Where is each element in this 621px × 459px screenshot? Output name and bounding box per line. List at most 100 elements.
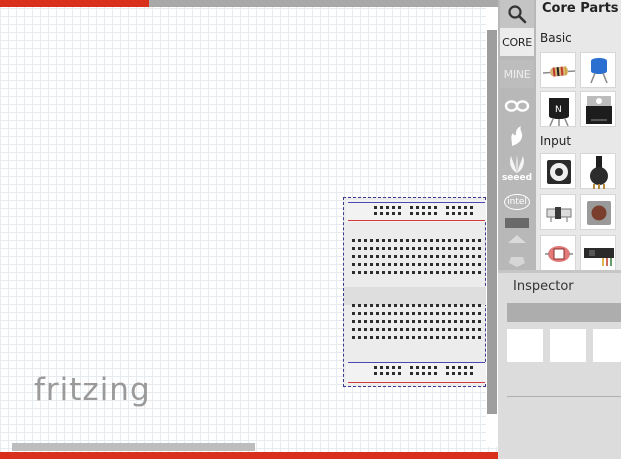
breadboard-hole[interactable]: [394, 263, 397, 266]
breadboard-hole[interactable]: [472, 312, 475, 315]
breadboard-hole[interactable]: [458, 372, 461, 375]
breadboard-hole[interactable]: [388, 304, 391, 307]
breadboard-hole[interactable]: [370, 320, 373, 323]
breadboard-hole[interactable]: [406, 271, 409, 274]
breadboard-hole[interactable]: [358, 263, 361, 266]
breadboard-hole[interactable]: [470, 206, 473, 209]
breadboard-hole[interactable]: [418, 239, 421, 242]
tab-scroll-down[interactable]: [500, 254, 534, 268]
breadboard-hole[interactable]: [370, 247, 373, 250]
breadboard-hole[interactable]: [418, 247, 421, 250]
breadboard-hole[interactable]: [380, 372, 383, 375]
breadboard-hole[interactable]: [436, 239, 439, 242]
breadboard-hole[interactable]: [430, 320, 433, 323]
breadboard-hole[interactable]: [436, 320, 439, 323]
breadboard-hole[interactable]: [382, 271, 385, 274]
part-resistor[interactable]: [540, 52, 576, 88]
breadboard-hole[interactable]: [460, 239, 463, 242]
breadboard-hole[interactable]: [418, 320, 421, 323]
breadboard-hole[interactable]: [424, 328, 427, 331]
breadboard-hole[interactable]: [436, 255, 439, 258]
breadboard-hole[interactable]: [416, 212, 419, 215]
breadboard-hole[interactable]: [388, 239, 391, 242]
breadboard-hole[interactable]: [442, 312, 445, 315]
tab-more[interactable]: [500, 216, 534, 230]
breadboard-hole[interactable]: [386, 372, 389, 375]
breadboard-hole[interactable]: [430, 247, 433, 250]
breadboard-hole[interactable]: [374, 366, 377, 369]
breadboard-hole[interactable]: [410, 366, 413, 369]
breadboard-hole[interactable]: [406, 328, 409, 331]
breadboard-hole[interactable]: [406, 263, 409, 266]
breadboard-hole[interactable]: [370, 304, 373, 307]
breadboard-hole[interactable]: [428, 206, 431, 209]
breadboard-hole[interactable]: [364, 247, 367, 250]
breadboard-hole[interactable]: [416, 372, 419, 375]
breadboard-hole[interactable]: [466, 255, 469, 258]
breadboard-hole[interactable]: [412, 336, 415, 339]
breadboard-hole[interactable]: [364, 312, 367, 315]
breadboard-hole[interactable]: [376, 336, 379, 339]
breadboard-hole[interactable]: [376, 239, 379, 242]
breadboard-hole[interactable]: [430, 263, 433, 266]
breadboard-hole[interactable]: [392, 212, 395, 215]
breadboard-hole[interactable]: [452, 206, 455, 209]
breadboard-hole[interactable]: [382, 247, 385, 250]
part-light-sensor[interactable]: [540, 235, 576, 270]
breadboard-hole[interactable]: [352, 271, 355, 274]
breadboard-hole[interactable]: [464, 212, 467, 215]
breadboard-hole[interactable]: [370, 312, 373, 315]
breadboard-hole[interactable]: [460, 255, 463, 258]
breadboard-hole[interactable]: [472, 263, 475, 266]
breadboard-hole[interactable]: [364, 320, 367, 323]
breadboard-hole[interactable]: [454, 304, 457, 307]
breadboard-hole[interactable]: [418, 263, 421, 266]
breadboard-hole[interactable]: [412, 247, 415, 250]
breadboard-hole[interactable]: [454, 312, 457, 315]
breadboard-hole[interactable]: [434, 212, 437, 215]
breadboard-hole[interactable]: [406, 247, 409, 250]
breadboard-hole[interactable]: [446, 366, 449, 369]
breadboard-hole[interactable]: [428, 212, 431, 215]
breadboard-hole[interactable]: [418, 312, 421, 315]
breadboard-hole[interactable]: [352, 304, 355, 307]
breadboard-hole[interactable]: [394, 312, 397, 315]
breadboard-hole[interactable]: [358, 304, 361, 307]
breadboard-hole[interactable]: [442, 247, 445, 250]
breadboard-hole[interactable]: [478, 247, 481, 250]
tab-search[interactable]: [500, 0, 534, 28]
breadboard-hole[interactable]: [412, 255, 415, 258]
breadboard-hole[interactable]: [394, 336, 397, 339]
breadboard-hole[interactable]: [442, 255, 445, 258]
breadboard-hole[interactable]: [406, 336, 409, 339]
breadboard-hole[interactable]: [388, 328, 391, 331]
breadboard-hole[interactable]: [406, 320, 409, 323]
breadboard-hole[interactable]: [352, 312, 355, 315]
part-pushbutton[interactable]: [580, 194, 616, 230]
breadboard-hole[interactable]: [388, 320, 391, 323]
breadboard-hole[interactable]: [400, 320, 403, 323]
breadboard-hole[interactable]: [352, 247, 355, 250]
breadboard-hole[interactable]: [478, 336, 481, 339]
breadboard-hole[interactable]: [382, 255, 385, 258]
breadboard-hole[interactable]: [412, 271, 415, 274]
breadboard-hole[interactable]: [422, 372, 425, 375]
breadboard-hole[interactable]: [472, 320, 475, 323]
part-switch[interactable]: [540, 194, 576, 230]
breadboard-hole[interactable]: [466, 239, 469, 242]
breadboard-hole[interactable]: [466, 247, 469, 250]
breadboard-hole[interactable]: [436, 263, 439, 266]
breadboard-hole[interactable]: [358, 255, 361, 258]
breadboard-hole[interactable]: [470, 366, 473, 369]
breadboard-hole[interactable]: [460, 320, 463, 323]
breadboard-hole[interactable]: [400, 247, 403, 250]
inspector-title-field[interactable]: [507, 303, 621, 322]
breadboard-hole[interactable]: [358, 239, 361, 242]
breadboard-hole[interactable]: [394, 271, 397, 274]
breadboard-hole[interactable]: [470, 372, 473, 375]
breadboard-hole[interactable]: [386, 206, 389, 209]
breadboard-hole[interactable]: [472, 328, 475, 331]
breadboard-hole[interactable]: [436, 336, 439, 339]
breadboard-hole[interactable]: [398, 372, 401, 375]
breadboard-hole[interactable]: [424, 255, 427, 258]
